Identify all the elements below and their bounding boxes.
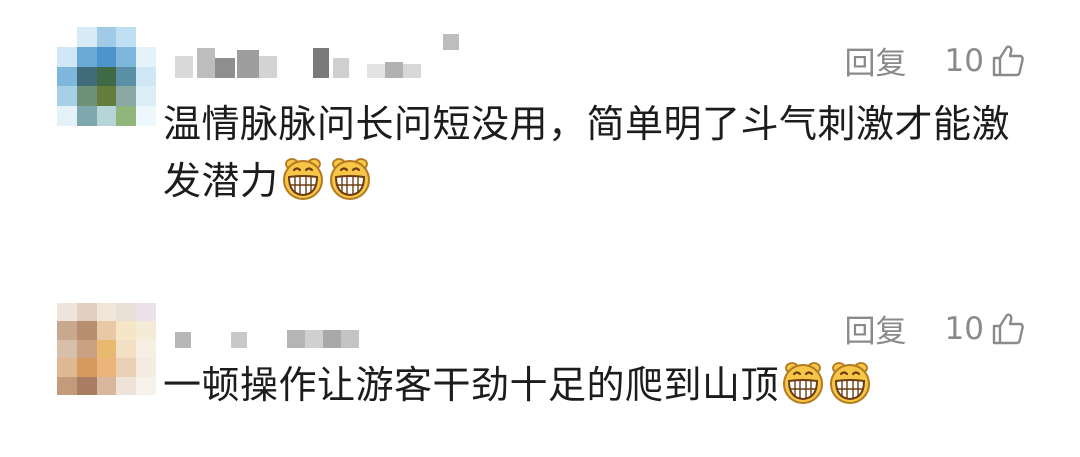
grin-emoji xyxy=(327,155,373,201)
username-blurred[interactable] xyxy=(175,34,459,78)
comment-text: 温情脉脉问长问短没用，简单明了斗气刺激才能激发潜力 xyxy=(163,96,1023,210)
thumbs-up-icon[interactable] xyxy=(990,311,1026,347)
reply-button[interactable]: 回复 xyxy=(845,306,907,351)
like-count: 10 xyxy=(944,310,984,347)
comment-body: 一顿操作让游客干劲十足的爬到山顶 xyxy=(163,363,780,407)
avatar[interactable] xyxy=(57,303,156,395)
grin-emoji xyxy=(827,359,873,405)
grin-emoji xyxy=(280,155,326,201)
thumbs-up-icon[interactable] xyxy=(990,43,1026,79)
comment-item: 回复 10 温情脉脉问长问短没用，简单明了斗气刺激才能激发潜力 xyxy=(0,0,1080,240)
avatar[interactable] xyxy=(57,27,156,126)
reply-button[interactable]: 回复 xyxy=(845,38,907,83)
comment-item: 回复 10 一顿操作让游客干劲十足的爬到山顶 xyxy=(0,290,1080,457)
grin-emoji xyxy=(780,359,826,405)
comment-actions: 回复 10 xyxy=(845,306,1026,351)
comment-actions: 回复 10 xyxy=(845,38,1026,83)
username-blurred[interactable] xyxy=(175,318,359,348)
comment-text: 一顿操作让游客干劲十足的爬到山顶 xyxy=(163,357,1023,414)
like-count: 10 xyxy=(944,42,984,79)
